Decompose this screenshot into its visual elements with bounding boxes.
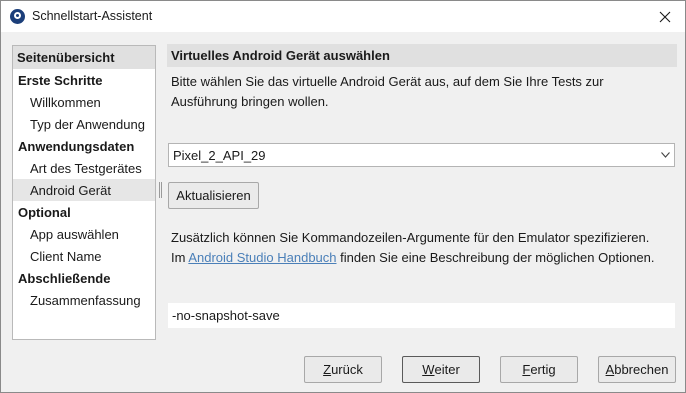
sidebar-item-summary[interactable]: Zusammenfassung (13, 289, 155, 311)
sidebar-section-first-steps: Erste Schritte (18, 73, 103, 88)
back-mnemonic: Z (323, 362, 332, 377)
sidebar-item-welcome[interactable]: Willkommen (13, 91, 155, 113)
chevron-down-icon[interactable] (657, 144, 674, 166)
sidebar-item-select-app[interactable]: App auswählen (13, 223, 155, 245)
sidebar-header: Seitenübersicht (13, 46, 155, 69)
finish-mnemonic: F (522, 362, 531, 377)
sidebar-section-final: Abschließende (18, 271, 111, 286)
panel-title: Virtuelles Android Gerät auswählen (167, 44, 677, 67)
next-button[interactable]: Weiter (402, 356, 480, 383)
close-icon (659, 11, 671, 22)
sidebar-section-app-data: Anwendungsdaten (18, 139, 135, 154)
wizard-window: Schnellstart-Assistent Seitenübersicht E… (0, 0, 686, 393)
device-select-value: Pixel_2_API_29 (173, 148, 266, 163)
page-overview-sidebar: Seitenübersicht Erste Schritte Willkomme… (12, 45, 156, 340)
next-mnemonic: W (422, 362, 435, 377)
cancel-mnemonic: A (605, 362, 615, 377)
emulator-args-description: Zusätzlich können Sie Kommandozeilen-Arg… (171, 228, 666, 268)
app-logo-icon (10, 9, 25, 24)
finish-button[interactable]: Fertig (500, 356, 578, 383)
back-label-rest: urück (331, 362, 363, 377)
splitter-handle[interactable] (159, 182, 162, 198)
extra-text-after: finden Sie eine Beschreibung der möglich… (336, 250, 655, 265)
finish-label-rest: ertig (530, 362, 556, 377)
sidebar-item-client-name[interactable]: Client Name (13, 245, 155, 267)
cancel-button[interactable]: Abbrechen (598, 356, 676, 383)
sidebar-item-app-type[interactable]: Typ der Anwendung (13, 113, 155, 135)
refresh-button[interactable]: Aktualisieren (168, 182, 259, 209)
window-title: Schnellstart-Assistent (32, 9, 153, 23)
sidebar-item-android-device[interactable]: Android Gerät (13, 179, 155, 201)
emulator-args-input[interactable]: -no-snapshot-save (168, 303, 675, 328)
close-button[interactable] (645, 1, 685, 32)
cancel-label-rest: bbrechen (614, 362, 669, 377)
back-button[interactable]: Zurück (304, 356, 382, 383)
device-select[interactable]: Pixel_2_API_29 (168, 143, 675, 167)
intro-text: Bitte wählen Sie das virtuelle Android G… (171, 74, 604, 109)
title-bar: Schnellstart-Assistent (1, 1, 685, 32)
sidebar-section-optional: Optional (18, 205, 71, 220)
android-studio-handbook-link[interactable]: Android Studio Handbuch (188, 250, 336, 265)
sidebar-item-device-type[interactable]: Art des Testgerätes (13, 157, 155, 179)
next-label-rest: eiter (434, 362, 460, 377)
